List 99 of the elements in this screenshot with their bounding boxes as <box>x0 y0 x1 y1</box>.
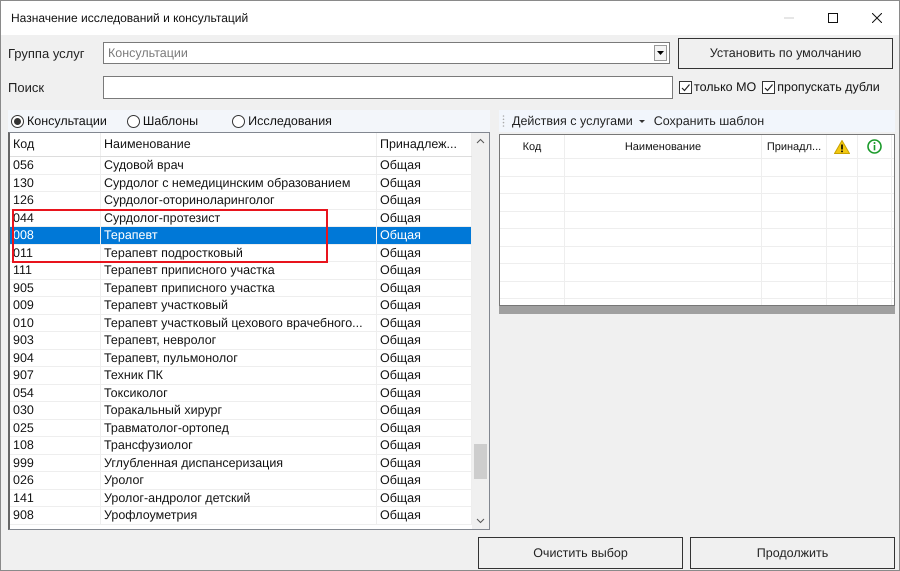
grip-icon <box>502 114 505 128</box>
radio-circle[interactable] <box>232 114 246 128</box>
dropdown-arrow-icon <box>657 51 664 55</box>
table-cell: Терапевт участковый цехового врачебного... <box>101 314 377 331</box>
column-header[interactable]: Принадл... <box>762 135 827 158</box>
save-template-button[interactable]: Сохранить шаблон <box>652 114 766 128</box>
table-cell: Терапевт участковый <box>101 297 377 314</box>
close-icon <box>872 13 882 23</box>
table-row[interactable]: 903 Терапевт, невролог Общая <box>10 332 472 350</box>
table-cell: Судовой врач <box>101 157 377 174</box>
table-row[interactable]: 908 Урофлоуметрия Общая <box>10 507 472 524</box>
scrollbar[interactable] <box>499 306 895 314</box>
checkbox[interactable]: только МО <box>679 80 756 94</box>
table-row[interactable]: 111 Терапевт приписного участка Общая <box>10 262 472 280</box>
table-cell: Трансфузиолог <box>101 437 377 454</box>
caret-icon <box>638 120 645 122</box>
table-cell: 904 <box>10 350 101 366</box>
scrollbar[interactable] <box>472 133 489 529</box>
checkbox[interactable]: пропускать дубли <box>762 80 880 94</box>
table-row[interactable]: 907 Техник ПК Общая <box>10 367 472 384</box>
table-cell: Терапевт, невролог <box>101 332 377 348</box>
table-cell: Урофлоуметрия <box>101 507 377 524</box>
table-cell: Сурдолог-протезист <box>101 210 377 226</box>
table-row[interactable]: 905 Терапевт приписного участка Общая <box>10 280 472 297</box>
table-cell: 056 <box>10 157 101 174</box>
clear-button[interactable]: Очистить выбор <box>478 537 683 569</box>
table-cell: Техник ПК <box>101 367 377 384</box>
continue-button[interactable]: Продолжить <box>690 537 895 569</box>
checkmark-icon <box>680 82 691 92</box>
table-cell: Травматолог-ортопед <box>101 420 377 436</box>
table-cell: Терапевт приписного участка <box>101 262 377 278</box>
table-cell: Уролог-андролог детский <box>101 490 377 506</box>
table-row[interactable]: 011 Терапевт подростковый Общая <box>10 244 472 262</box>
table-cell: 008 <box>10 227 101 244</box>
service-group-dropdown[interactable]: Консультации <box>103 42 670 64</box>
table-cell: 111 <box>10 262 101 278</box>
table-cell: 054 <box>10 384 101 401</box>
table-cell: Сурдолог-оториноларинголог <box>101 192 377 208</box>
checkmark-icon <box>763 82 774 92</box>
table-cell: 108 <box>10 437 101 454</box>
field-label: Поиск <box>8 80 46 94</box>
table-cell: 009 <box>10 297 101 314</box>
table-row[interactable]: 126 Сурдолог-оториноларинголог Общая <box>10 192 472 210</box>
scroll-down-icon <box>476 518 485 524</box>
table-cell: 026 <box>10 472 101 488</box>
radio-button[interactable]: Консультации <box>11 114 107 128</box>
scroll-thumb[interactable] <box>474 444 487 479</box>
table-cell: 130 <box>10 174 101 191</box>
table-row[interactable]: 108 Трансфузиолог Общая <box>10 437 472 454</box>
table-row[interactable]: 054 Токсиколог Общая <box>10 384 472 402</box>
table-row[interactable]: 904 Терапевт, пульмонолог Общая <box>10 350 472 367</box>
field-label: Группа услуг <box>8 46 86 60</box>
column-header[interactable]: Наименование <box>565 135 762 158</box>
info-icon <box>867 139 882 154</box>
table-row[interactable]: 999 Углубленная диспансеризация Общая <box>10 454 472 472</box>
table-cell: 141 <box>10 490 101 506</box>
column-header[interactable]: Код <box>500 135 565 158</box>
warning-icon <box>834 140 850 154</box>
table-row[interactable]: 009 Терапевт участковый Общая <box>10 297 472 314</box>
table-row[interactable]: 025 Травматолог-ортопед Общая <box>10 420 472 437</box>
table-cell: Терапевт подростковый <box>101 244 377 261</box>
table-row[interactable]: 056 Судовой врач Общая <box>10 157 472 174</box>
table-cell: 126 <box>10 192 101 208</box>
table-row[interactable]: 141 Уролог-андролог детский Общая <box>10 490 472 507</box>
table-row[interactable]: 008 Терапевт Общая <box>10 227 472 244</box>
scroll-up-icon <box>476 138 485 144</box>
table-cell: 908 <box>10 507 101 524</box>
table-cell: 907 <box>10 367 101 384</box>
table-row[interactable]: 026 Уролог Общая <box>10 472 472 490</box>
window-title: Назначение исследований и консультаций <box>10 11 248 25</box>
table-row[interactable]: 010 Терапевт участковый цехового врачебного... Общая <box>10 314 472 332</box>
table-cell: 044 <box>10 210 101 226</box>
table-row[interactable]: 130 Сурдолог с немедицинским образованием Общая <box>10 174 472 192</box>
table-cell: Терапевт приписного участка <box>101 280 377 296</box>
table-cell: Углубленная диспансеризация <box>101 454 377 471</box>
table-cell: Уролог <box>101 472 377 488</box>
default-button[interactable]: Установить по умолчанию <box>678 38 893 68</box>
radio-button[interactable]: Исследования <box>232 114 332 128</box>
table-cell: Торакальный хирург <box>101 402 377 418</box>
table-cell: Токсиколог <box>101 384 377 401</box>
table-cell: 010 <box>10 314 101 331</box>
maximize-icon <box>828 13 838 23</box>
actions-menu[interactable]: Действия с услугами <box>510 114 647 128</box>
table-cell: 905 <box>10 280 101 296</box>
radio-button[interactable]: Шаблоны <box>126 114 198 128</box>
radio-circle[interactable] <box>126 114 140 128</box>
table-row[interactable]: 030 Торакальный хирург Общая <box>10 402 472 420</box>
radio-circle[interactable] <box>11 114 24 128</box>
table-cell: 903 <box>10 332 101 348</box>
search-field[interactable] <box>103 76 673 98</box>
table-cell: Сурдолог с немедицинским образованием <box>101 174 377 191</box>
table-cell: 999 <box>10 454 101 471</box>
column-header[interactable]: Наименование <box>101 133 377 156</box>
column-header[interactable]: Код <box>10 133 101 156</box>
table-cell: Терапевт <box>101 227 377 244</box>
table-cell: 011 <box>10 244 101 261</box>
table-cell: 030 <box>10 402 101 418</box>
table-cell: 025 <box>10 420 101 436</box>
table-cell: Терапевт, пульмонолог <box>101 350 377 366</box>
